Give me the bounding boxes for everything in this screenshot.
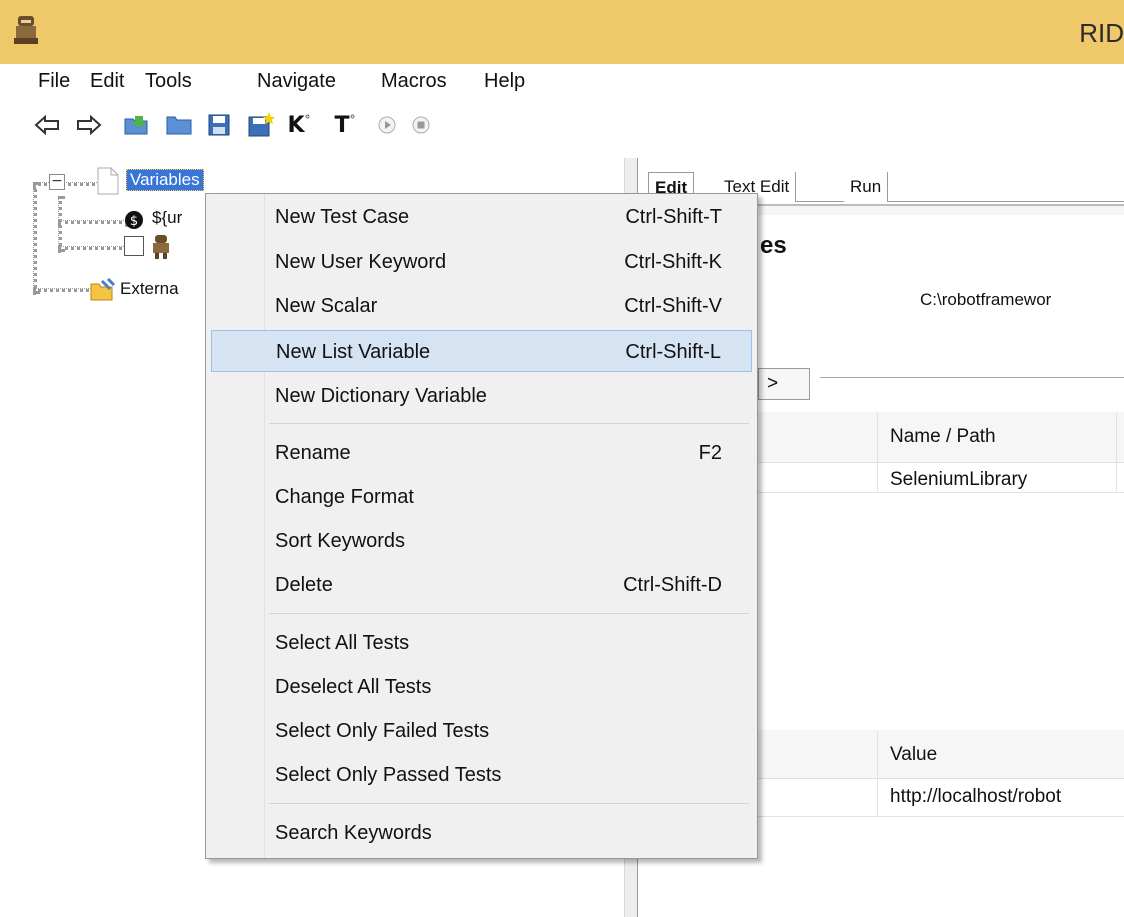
search-test-icon[interactable]: T °	[330, 110, 360, 140]
save-all-icon[interactable]	[246, 110, 276, 140]
menu-item-rename[interactable]: Rename F2	[211, 434, 752, 472]
menu-item-deselect-all-tests[interactable]: Deselect All Tests	[211, 668, 752, 706]
tab-run[interactable]: Run	[844, 172, 889, 202]
file-icon	[96, 167, 120, 195]
editor-heading: es	[760, 232, 787, 259]
stop-icon[interactable]	[406, 110, 436, 140]
menu-item-new-scalar[interactable]: New Scalar Ctrl-Shift-V	[211, 287, 752, 325]
menu-item-new-user-keyword[interactable]: New User Keyword Ctrl-Shift-K	[211, 243, 752, 281]
tree-line	[33, 288, 95, 292]
tree-line	[58, 196, 62, 252]
variables-table-header	[758, 730, 1124, 779]
app-icon[interactable]	[12, 14, 40, 46]
window-title: RID	[1079, 18, 1124, 48]
menu-item-select-all-tests[interactable]: Select All Tests	[211, 624, 752, 662]
menu-separator	[269, 423, 749, 424]
back-arrow-icon[interactable]	[32, 110, 62, 140]
source-path: C:\robotframewor	[920, 290, 1052, 309]
scalar-variable-icon: $	[124, 210, 144, 230]
tree-node-external-resources[interactable]: Externa	[120, 279, 179, 299]
menu-item-select-passed-tests[interactable]: Select Only Passed Tests	[211, 756, 752, 794]
menu-separator	[269, 803, 749, 804]
robot-icon	[150, 234, 172, 260]
forward-arrow-icon[interactable]	[74, 110, 104, 140]
menu-item-delete[interactable]: Delete Ctrl-Shift-D	[211, 566, 752, 604]
row-border	[758, 816, 1124, 817]
imports-header-name-path[interactable]: Name / Path	[890, 426, 996, 448]
menu-item-new-test-case[interactable]: New Test Case Ctrl-Shift-T	[211, 198, 752, 236]
row-border	[758, 492, 1124, 493]
tree-line	[33, 182, 37, 294]
menu-tools[interactable]: Tools	[145, 70, 192, 93]
menu-navigate[interactable]: Navigate	[257, 70, 336, 93]
open-folder-icon[interactable]	[122, 110, 152, 140]
save-icon[interactable]	[204, 110, 234, 140]
tree-node-variable[interactable]: ${ur	[152, 208, 182, 228]
menu-bar: File Edit Tools Navigate Macros Help	[0, 64, 1124, 102]
column-divider	[1116, 412, 1117, 492]
menu-item-change-format[interactable]: Change Format	[211, 478, 752, 516]
external-resources-icon	[90, 277, 116, 302]
menu-item-search-keywords[interactable]: Search Keywords	[211, 814, 752, 852]
collapse-toggle-icon[interactable]: −	[49, 174, 65, 190]
menu-macros[interactable]: Macros	[381, 70, 447, 93]
settings-toggle-button[interactable]: >	[758, 368, 810, 400]
tree-node-variables[interactable]: Variables	[126, 169, 204, 191]
imports-cell-library[interactable]: SeleniumLibrary	[890, 469, 1027, 491]
tree-line	[58, 220, 128, 224]
run-icon[interactable]	[372, 110, 402, 140]
tree-line	[33, 182, 101, 186]
folder-icon[interactable]	[164, 110, 194, 140]
variables-cell-value[interactable]: http://localhost/robot	[890, 786, 1061, 808]
column-divider	[877, 730, 878, 816]
menu-edit[interactable]: Edit	[90, 70, 124, 93]
menu-help[interactable]: Help	[484, 70, 525, 93]
menu-item-new-dictionary-variable[interactable]: New Dictionary Variable	[211, 377, 752, 415]
menu-item-new-list-variable[interactable]: New List Variable Ctrl-Shift-L	[211, 330, 752, 372]
variables-header-value[interactable]: Value	[890, 744, 937, 766]
menu-item-select-failed-tests[interactable]: Select Only Failed Tests	[211, 712, 752, 750]
tree-line	[58, 246, 128, 250]
settings-divider	[820, 377, 1124, 378]
svg-text:$: $	[130, 214, 138, 229]
title-bar: RID	[0, 0, 1124, 64]
context-menu: New Test Case Ctrl-Shift-T New User Keyw…	[205, 193, 758, 859]
search-keyword-icon[interactable]: K °	[284, 110, 314, 140]
menu-item-sort-keywords[interactable]: Sort Keywords	[211, 522, 752, 560]
column-divider	[877, 412, 878, 492]
menu-separator	[269, 613, 749, 614]
test-checkbox[interactable]	[124, 236, 144, 256]
menu-file[interactable]: File	[38, 70, 70, 93]
